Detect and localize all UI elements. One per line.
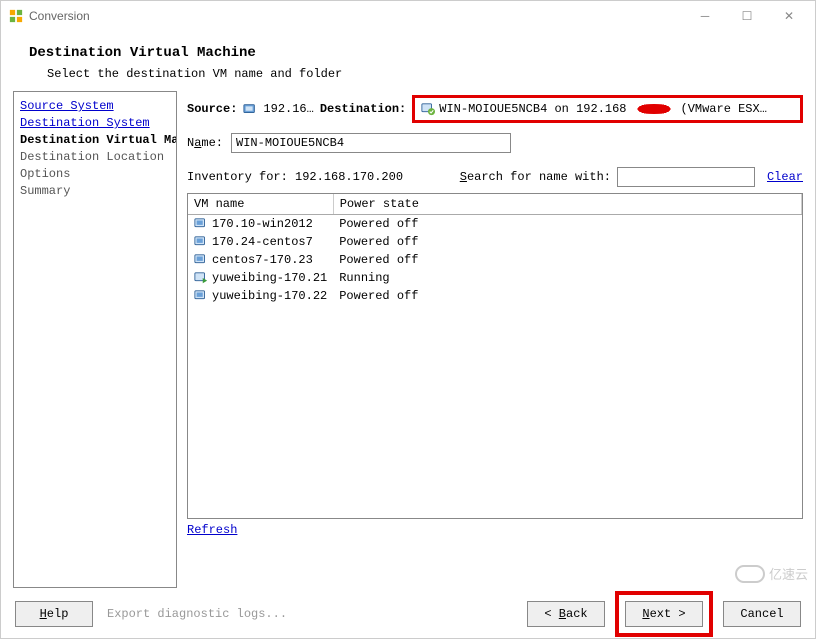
vm-name: centos7-170.23 [212,253,313,267]
table-row[interactable]: centos7-170.23 Powered off [188,251,802,269]
inventory-label: Inventory for: 192.168.170.200 [187,170,403,184]
destination-highlight: WIN-MOIOUE5NCB4 on 192.168 (VMware ESX… [412,95,803,123]
vm-power-state: Running [333,269,801,287]
vm-off-icon [194,289,208,303]
vm-power-state: Powered off [333,233,801,251]
minimize-button[interactable]: ─ [693,9,717,23]
vm-name: 170.10-win2012 [212,217,313,231]
vm-power-state: Powered off [333,215,801,234]
host-icon [243,102,257,116]
destination-value-post: (VMware ESX… [681,102,767,116]
wizard-footer: Help Export diagnostic logs... < Back Ne… [1,588,815,638]
table-row[interactable]: yuweibing-170.21 Running [188,269,802,287]
wizard-step-0[interactable]: Source System [20,98,170,115]
wizard-header: Destination Virtual Machine Select the d… [1,31,815,91]
window-title: Conversion [29,9,693,23]
next-highlight: Next > [615,591,713,637]
wizard-step-4: Options [20,166,170,183]
vm-name: yuweibing-170.22 [212,289,327,303]
clear-link[interactable]: Clear [767,170,803,184]
app-icon [9,9,23,23]
vm-name: 170.24-centos7 [212,235,313,249]
wizard-step-3: Destination Location [20,149,170,166]
help-button[interactable]: Help [15,601,93,627]
wizard-step-5: Summary [20,183,170,200]
col-power-state[interactable]: Power state [333,194,801,215]
vm-name-input[interactable] [231,133,511,153]
vm-name: yuweibing-170.21 [212,271,327,285]
vm-off-icon [194,235,208,249]
vm-power-state: Powered off [333,287,801,305]
vm-off-icon [194,253,208,267]
col-vm-name[interactable]: VM name [188,194,333,215]
search-label: Search for name with: [460,170,611,184]
search-input[interactable] [617,167,755,187]
vm-table[interactable]: VM name Power state 170.10-win2012 Powere… [187,193,803,519]
vm-icon [421,102,435,116]
next-button[interactable]: Next > [625,601,703,627]
table-row[interactable]: 170.10-win2012 Powered off [188,215,802,234]
wizard-step-1[interactable]: Destination System [20,115,170,132]
cancel-button[interactable]: Cancel [723,601,801,627]
destination-value-pre: WIN-MOIOUE5NCB4 on 192.168 [439,102,626,116]
vm-off-icon [194,217,208,231]
destination-label: Destination: [320,102,406,116]
vm-running-icon [194,271,208,285]
vm-power-state: Powered off [333,251,801,269]
wizard-subtitle: Select the destination VM name and folde… [29,67,787,81]
export-logs-link[interactable]: Export diagnostic logs... [107,607,287,621]
redacted-scribble [631,104,677,114]
table-row[interactable]: yuweibing-170.22 Powered off [188,287,802,305]
source-label: Source: [187,102,237,116]
close-button[interactable]: ✕ [777,9,801,23]
maximize-button[interactable]: ☐ [735,9,759,23]
refresh-link[interactable]: Refresh [187,523,803,537]
wizard-steps-sidebar: Source SystemDestination SystemDestinati… [13,91,177,588]
name-label: Name: [187,136,223,150]
wizard-heading: Destination Virtual Machine [29,45,787,61]
titlebar: Conversion ─ ☐ ✕ [1,1,815,31]
back-button[interactable]: < Back [527,601,605,627]
source-value: 192.16… [263,102,313,116]
table-row[interactable]: 170.24-centos7 Powered off [188,233,802,251]
wizard-step-2: Destination Virtual Machine [20,132,170,149]
